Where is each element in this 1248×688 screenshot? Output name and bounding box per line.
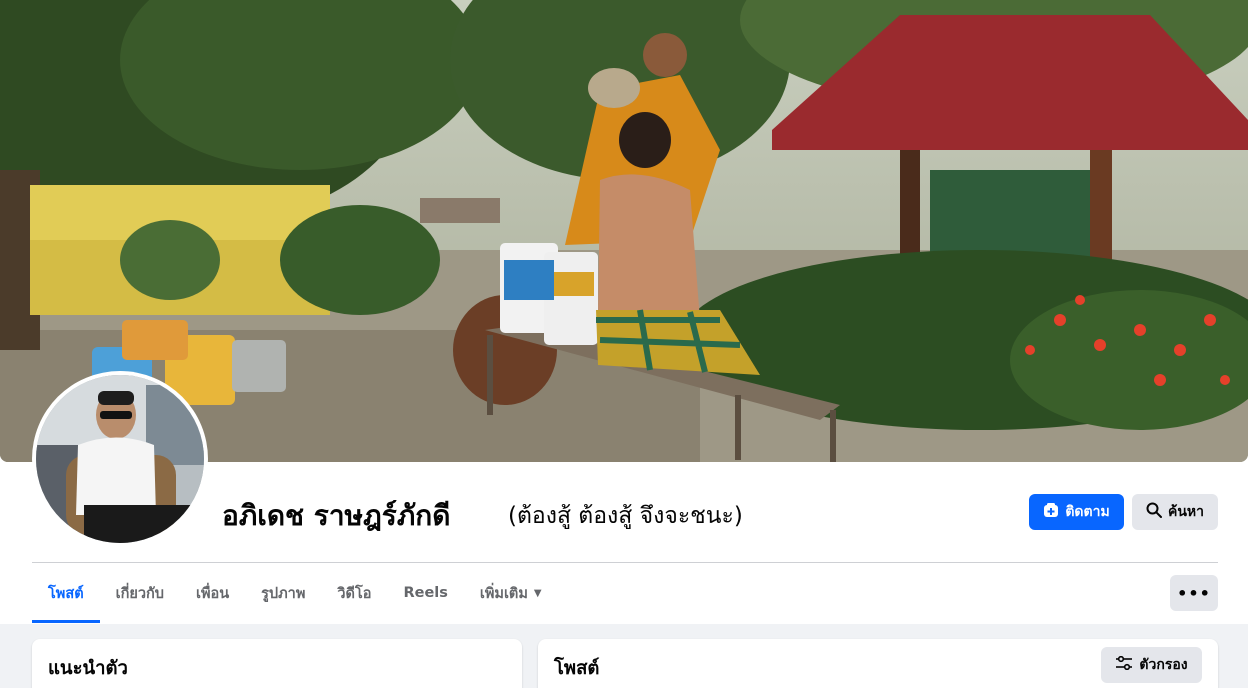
follow-button-label: ติดตาม [1065,504,1110,520]
profile-picture[interactable] [36,375,204,543]
cover-photo[interactable] [0,0,1248,462]
more-icon: ••• [1177,583,1211,603]
chevron-down-icon: ▼ [533,587,542,599]
follow-button[interactable]: ติดตาม [1029,494,1124,530]
profile-picture-frame[interactable] [32,371,208,547]
tab-about[interactable]: เกี่ยวกับ [100,563,180,623]
intro-card: แนะนำตัว [32,639,522,688]
posts-title: โพสต์ [554,658,600,679]
filter-button[interactable]: ตัวกรอง [1101,647,1202,683]
search-button[interactable]: ค้นหา [1132,494,1218,530]
tab-videos[interactable]: วิดีโอ [321,563,387,623]
search-button-label: ค้นหา [1167,504,1205,520]
search-icon [1146,502,1162,522]
tab-reels[interactable]: Reels [387,563,463,623]
filter-icon [1115,655,1133,674]
follow-icon [1043,502,1059,522]
posts-card: โพสต์ ตัวกรอง [538,639,1218,688]
tab-friends[interactable]: เพื่อน [180,563,245,623]
tab-more[interactable]: เพิ่มเติม ▼ [464,563,558,623]
tab-posts[interactable]: โพสต์ [32,563,100,623]
profile-name: อภิเดช ราษฎร์ภักดี [222,499,451,532]
filter-button-label: ตัวกรอง [1139,657,1188,673]
profile-alternate-name: (ต้องสู้ ต้องสู้ จึงจะชนะ) [508,503,743,529]
tab-photos[interactable]: รูปภาพ [245,563,321,623]
more-options-button[interactable]: ••• [1170,575,1218,611]
intro-title: แนะนำตัว [48,658,128,679]
profile-tabs: โพสต์ เกี่ยวกับ เพื่อน รูปภาพ วิดีโอ Ree… [32,563,558,623]
